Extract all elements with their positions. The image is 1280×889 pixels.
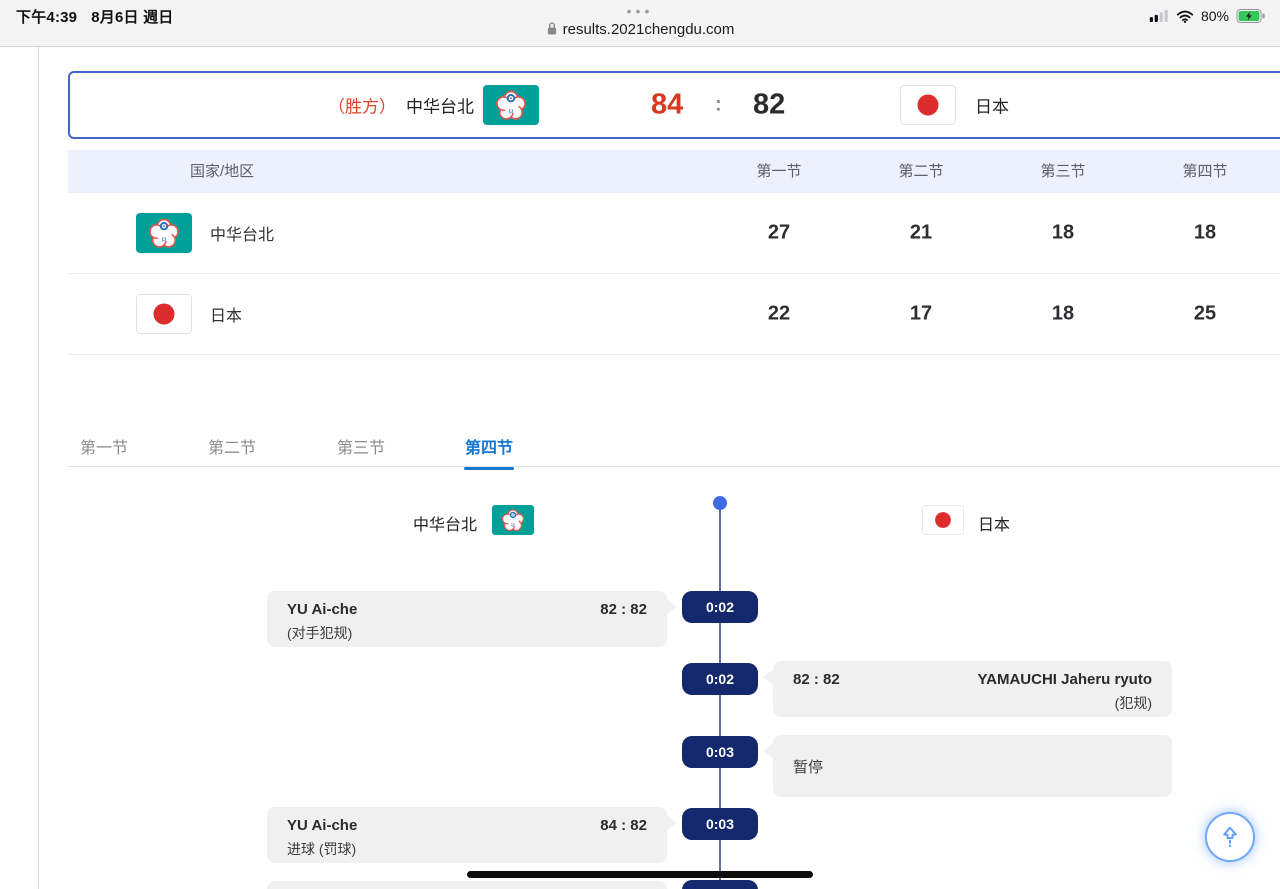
column-header-q4: 第四节	[1145, 150, 1265, 193]
event-player: YU Ai-che	[287, 600, 357, 620]
japan-flag	[136, 293, 192, 335]
home-final-score: 84	[651, 89, 683, 122]
page-left-rule	[38, 47, 39, 889]
q3-score: 18	[1003, 303, 1123, 326]
away-team-name: 日本	[975, 93, 1009, 118]
away-final-score: 82	[753, 89, 785, 122]
event-player: YU Ai-che	[287, 816, 357, 836]
partial-event-card	[267, 881, 667, 889]
tab-q2[interactable]: 第二节	[208, 434, 256, 458]
q2-score: 17	[861, 303, 981, 326]
column-header-q3: 第三节	[1003, 150, 1123, 193]
status-icons: 80%	[1149, 8, 1266, 24]
japan-flag	[922, 504, 964, 536]
battery-charging-icon	[1236, 9, 1266, 23]
event-detail: 进球 (罚球)	[287, 839, 647, 859]
address-bar-url: results.2021chengdu.com	[563, 21, 735, 38]
timeline-start-dot	[713, 496, 727, 510]
score-separator: :	[715, 94, 722, 117]
timeline-home-team: 中华台北	[413, 511, 477, 535]
event-time-badge: 0:02	[682, 663, 758, 695]
event-detail: (对手犯规)	[287, 623, 647, 643]
tab-q1[interactable]: 第一节	[80, 434, 128, 458]
browser-status-bar: 下午4:398月6日 週日 ••• results.2021chengdu.co…	[0, 0, 1280, 47]
q1-score: 27	[719, 222, 839, 245]
event-player: YAMAUCHI Jaheru ryuto	[978, 670, 1152, 690]
event-detail: 暂停	[773, 735, 1172, 797]
table-row-chinese-taipei: 中华台北 27 21 18 18	[68, 193, 1280, 274]
column-header-q1: 第一节	[719, 150, 839, 193]
partial-time-badge	[682, 880, 758, 889]
winner-label: （胜方）	[328, 93, 396, 118]
home-team-name: 中华台北	[406, 93, 474, 118]
safari-ipad-window: u 下午4:398月6日 週日 ••• results.2021chengdu.…	[0, 0, 1280, 889]
quarters-table-header: 国家/地区 第一节 第二节 第三节 第四节	[68, 150, 1280, 193]
address-bar[interactable]: results.2021chengdu.com	[0, 21, 1280, 38]
scroll-to-top-button[interactable]	[1205, 812, 1255, 862]
table-row-japan: 日本 22 17 18 25	[68, 274, 1280, 355]
column-header-q2: 第二节	[861, 150, 981, 193]
event-score: 82 : 82	[793, 670, 840, 690]
event-card-home-foul-drawn: YU Ai-che 82 : 82 (对手犯规)	[267, 591, 667, 647]
tab-q4-active[interactable]: 第四节	[465, 434, 513, 458]
lock-icon	[546, 21, 558, 36]
event-time-badge: 0:02	[682, 591, 758, 623]
event-score: 82 : 82	[600, 600, 647, 620]
cellular-signal-icon	[1149, 10, 1169, 22]
q4-score: 25	[1145, 303, 1265, 326]
row-team-name: 中华台北	[210, 221, 274, 245]
event-detail: (犯规)	[793, 693, 1152, 713]
period-tabs: 第一节 第二节 第三节 第四节	[68, 430, 1280, 467]
column-header-team: 国家/地区	[190, 150, 254, 193]
q1-score: 22	[719, 303, 839, 326]
tab-overview-dots[interactable]: •••	[0, 3, 1280, 19]
event-score: 84 : 82	[600, 816, 647, 836]
chinese-taipei-flag	[136, 212, 192, 254]
japan-flag	[900, 85, 956, 125]
match-result-banner: （胜方） 中华台北 84 : 82 日本	[68, 71, 1280, 139]
q3-score: 18	[1003, 222, 1123, 245]
event-card-away-timeout: 暂停	[773, 735, 1172, 797]
battery-percent: 80%	[1201, 8, 1229, 24]
row-team-name: 日本	[210, 302, 242, 326]
event-card-home-free-throw: YU Ai-che 84 : 82 进球 (罚球)	[267, 807, 667, 863]
wifi-icon	[1176, 10, 1194, 23]
event-time-badge: 0:03	[682, 736, 758, 768]
q4-score: 18	[1145, 222, 1265, 245]
chinese-taipei-flag	[483, 85, 539, 125]
arrow-up-icon	[1217, 824, 1243, 850]
timeline-away-team: 日本	[978, 511, 1010, 535]
chinese-taipei-flag	[492, 504, 534, 536]
event-time-badge: 0:03	[682, 808, 758, 840]
q2-score: 21	[861, 222, 981, 245]
event-card-away-foul: 82 : 82 YAMAUCHI Jaheru ryuto (犯规)	[773, 661, 1172, 717]
home-indicator-bar[interactable]	[467, 871, 813, 878]
tab-q3[interactable]: 第三节	[337, 434, 385, 458]
